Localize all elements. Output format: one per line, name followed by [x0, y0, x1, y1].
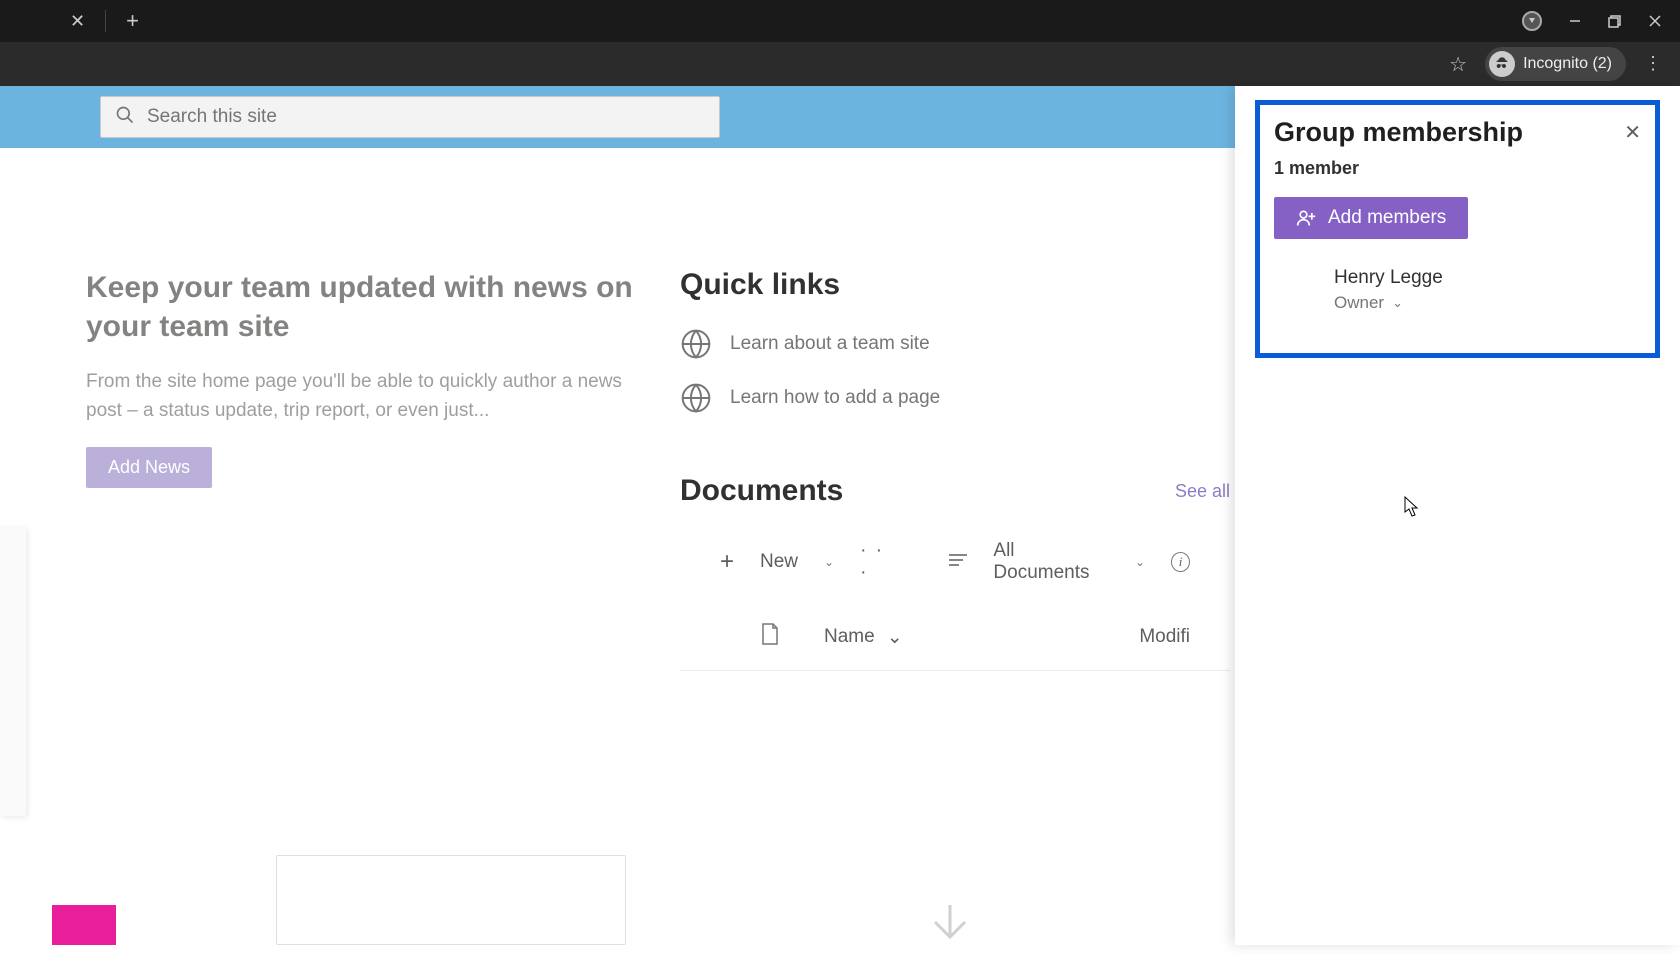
- globe-icon: [680, 328, 712, 360]
- browser-tab-bar: ✕ +: [0, 0, 1680, 42]
- browser-menu-icon[interactable]: ⋮: [1644, 61, 1662, 66]
- chevron-down-icon: ⌄: [887, 626, 903, 649]
- see-all-link[interactable]: See all: [1175, 481, 1230, 502]
- documents-title: Documents: [680, 474, 843, 508]
- quick-links-title: Quick links: [680, 268, 1230, 302]
- close-panel-icon[interactable]: ✕: [1624, 120, 1641, 145]
- mouse-cursor: [1404, 496, 1420, 518]
- tabs-area: ✕ +: [0, 0, 159, 42]
- account-menu-icon[interactable]: [1522, 11, 1542, 31]
- chevron-down-icon[interactable]: ⌄: [1135, 555, 1145, 569]
- add-person-icon: [1296, 208, 1316, 228]
- view-selector[interactable]: All Documents: [993, 540, 1109, 584]
- modified-column-header[interactable]: Modifi: [1139, 626, 1190, 648]
- page-content: Keep your team updated with news on your…: [0, 86, 1680, 945]
- news-heading: Keep your team updated with news on your…: [86, 268, 650, 346]
- quick-link-item[interactable]: Learn about a team site: [680, 328, 1230, 360]
- plus-icon: +: [720, 548, 734, 576]
- quick-link-item[interactable]: Learn how to add a page: [680, 382, 1230, 414]
- panel-title: Group membership: [1274, 117, 1523, 148]
- member-role-selector[interactable]: Owner ⌄: [1334, 293, 1443, 313]
- panel-highlight-box: Group membership ✕ 1 member Add members …: [1255, 100, 1660, 358]
- member-row[interactable]: Henry Legge Owner ⌄: [1274, 267, 1641, 313]
- news-section: Keep your team updated with news on your…: [0, 268, 680, 671]
- bookmark-star-icon[interactable]: ☆: [1449, 52, 1467, 77]
- quick-link-label: Learn how to add a page: [730, 387, 940, 409]
- member-name: Henry Legge: [1334, 267, 1443, 289]
- gray-tile[interactable]: [276, 855, 626, 945]
- news-description: From the site home page you'll be able t…: [86, 368, 650, 425]
- documents-header: Documents See all: [680, 474, 1230, 508]
- incognito-badge[interactable]: Incognito (2): [1485, 47, 1626, 81]
- name-column-header[interactable]: Name ⌄: [824, 626, 1099, 649]
- close-tab-icon[interactable]: ✕: [50, 11, 105, 32]
- add-members-label: Add members: [1328, 207, 1446, 229]
- globe-icon: [680, 382, 712, 414]
- info-icon[interactable]: i: [1171, 552, 1190, 572]
- documents-table-header: Name ⌄ Modifi: [680, 596, 1230, 671]
- browser-toolbar: ☆ Incognito (2) ⋮: [0, 42, 1680, 86]
- incognito-icon: [1489, 51, 1515, 77]
- view-lines-icon: [949, 551, 967, 573]
- search-icon: [115, 105, 135, 130]
- group-membership-panel: Group membership ✕ 1 member Add members …: [1235, 86, 1680, 945]
- maximize-button[interactable]: [1608, 14, 1622, 28]
- quick-link-label: Learn about a team site: [730, 333, 930, 355]
- lower-tiles: [0, 855, 626, 945]
- minimize-button[interactable]: [1568, 14, 1582, 28]
- window-controls: [1522, 11, 1680, 31]
- file-type-column-icon[interactable]: [760, 622, 784, 652]
- search-input[interactable]: [147, 106, 705, 128]
- add-members-button[interactable]: Add members: [1274, 197, 1468, 239]
- close-window-button[interactable]: [1648, 14, 1662, 28]
- chevron-down-icon: ⌄: [1392, 295, 1403, 311]
- right-column: Quick links Learn about a team site Lear…: [680, 268, 1230, 671]
- add-news-button[interactable]: Add News: [86, 447, 212, 488]
- member-count: 1 member: [1274, 158, 1641, 179]
- search-box[interactable]: [100, 96, 720, 138]
- download-arrow-icon: [920, 900, 980, 955]
- chevron-down-icon[interactable]: ⌄: [824, 555, 834, 569]
- more-actions-icon[interactable]: · · ·: [860, 540, 897, 584]
- pink-tile: [52, 905, 116, 945]
- documents-toolbar: + New ⌄ · · · All Documents ⌄ i: [680, 528, 1230, 596]
- new-button[interactable]: New: [760, 551, 798, 573]
- incognito-label: Incognito (2): [1523, 55, 1612, 73]
- new-tab-button[interactable]: +: [106, 8, 159, 34]
